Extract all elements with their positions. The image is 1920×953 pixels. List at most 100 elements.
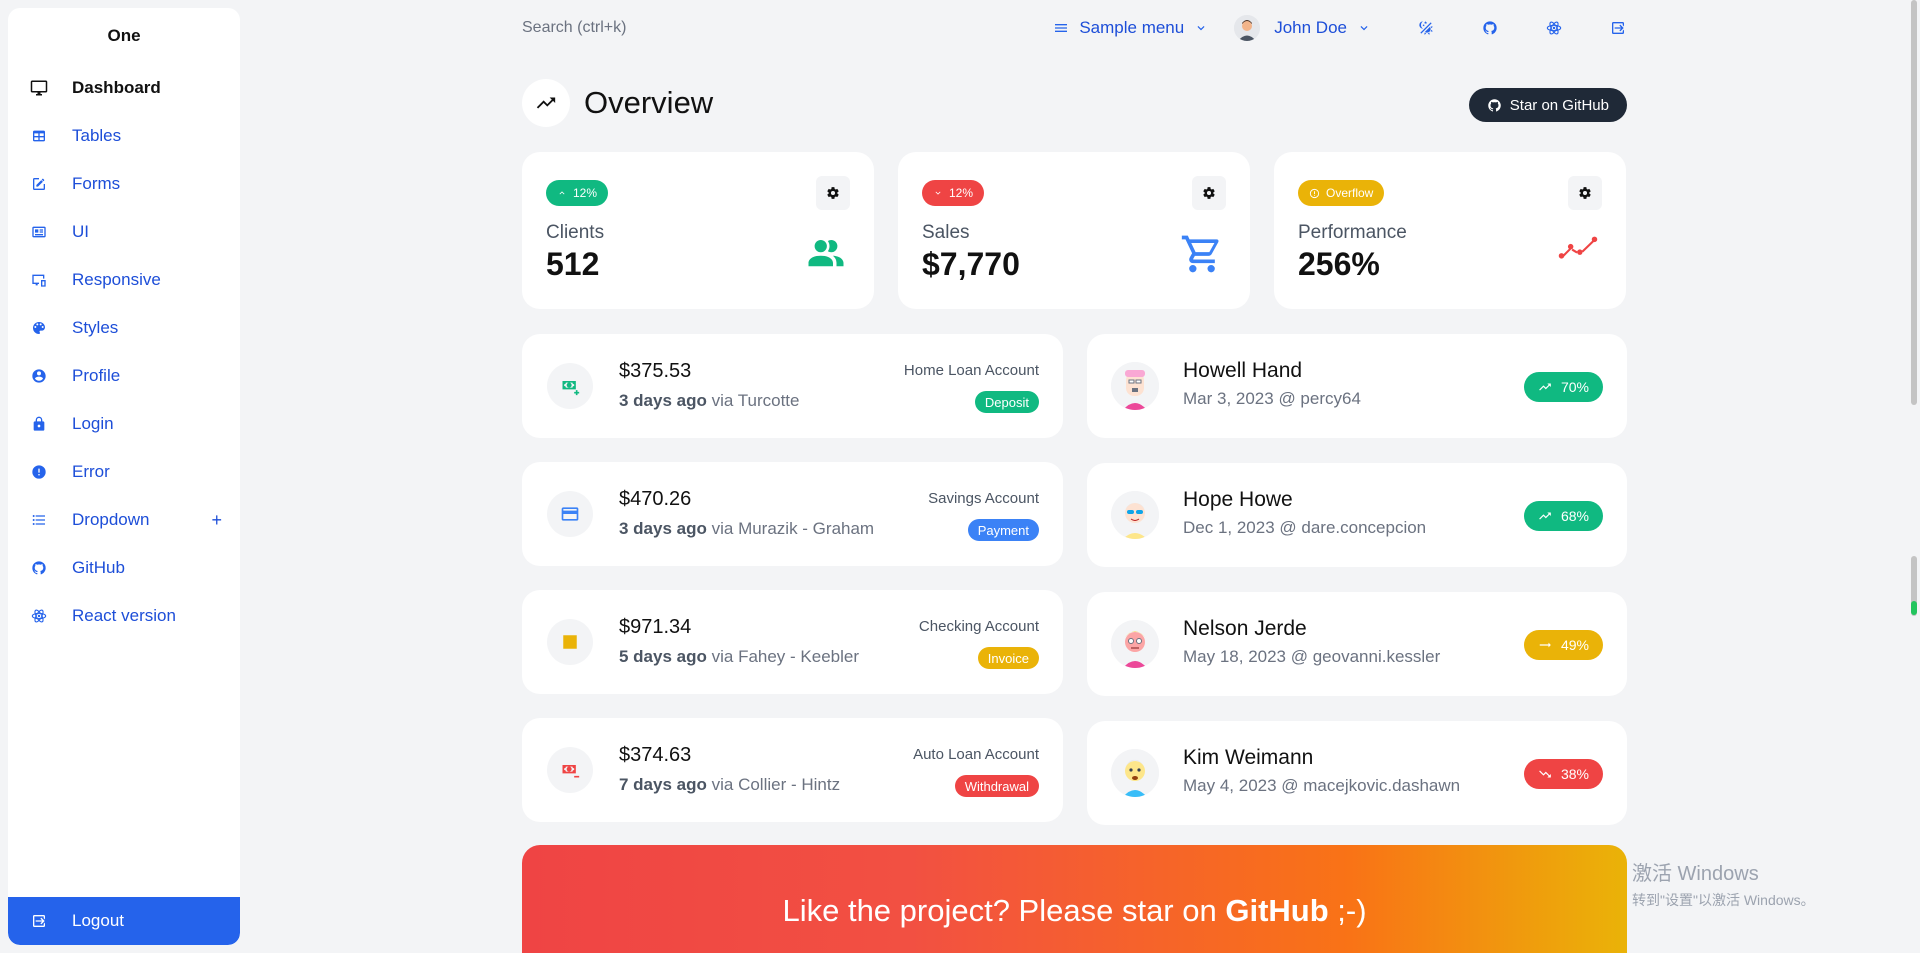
watermark-line-1: 激活 Windows xyxy=(1632,863,1759,885)
transaction-account: Auto Loan Account xyxy=(913,746,1039,763)
page-scrollbar[interactable] xyxy=(1908,0,1920,953)
sidebar: One Dashboard Tables Forms UI Responsive… xyxy=(8,8,240,945)
client-meta: May 4, 2023 @ macejkovic.dashawn xyxy=(1183,776,1461,795)
overflow-badge: Overflow xyxy=(1298,180,1385,206)
banner-text-bold: GitHub xyxy=(1225,893,1329,928)
menu-icon xyxy=(1053,20,1069,36)
card-settings-button[interactable] xyxy=(816,176,850,210)
account-group-icon xyxy=(804,232,848,276)
sidebar-item-label: Forms xyxy=(72,174,121,193)
transaction-type-badge: Deposit xyxy=(974,391,1039,413)
transaction-meta: 7 days ago via Collier - Hintz xyxy=(619,775,840,795)
stat-card-performance: Overflow Performance 256% xyxy=(1274,152,1626,309)
receipt-icon xyxy=(547,619,593,665)
transaction-meta: 5 days ago via Fahey - Keebler xyxy=(619,647,859,667)
sidebar-item-forms[interactable]: Forms xyxy=(8,160,240,208)
sidebar-item-login[interactable]: Login xyxy=(8,400,240,448)
github-star-banner[interactable]: Like the project? Please star on GitHub … xyxy=(522,845,1627,953)
logout-button[interactable]: Logout xyxy=(8,897,240,945)
transaction-meta: 3 days ago via Murazik - Graham xyxy=(619,519,874,539)
expand-plus-icon[interactable]: + xyxy=(211,510,222,531)
chevron-down-icon xyxy=(933,188,943,198)
list-icon xyxy=(30,511,48,529)
react-icon xyxy=(30,607,48,625)
sidebar-item-responsive[interactable]: Responsive xyxy=(8,256,240,304)
chevron-down-icon xyxy=(1194,21,1208,35)
stat-value: 256% xyxy=(1298,246,1380,282)
sidebar-item-styles[interactable]: Styles xyxy=(8,304,240,352)
logout-label: Logout xyxy=(72,911,124,930)
cash-plus-icon xyxy=(547,363,593,409)
overview-header: Overview Star on GitHub xyxy=(522,78,1627,128)
sidebar-item-label: GitHub xyxy=(72,558,125,577)
badge-label: Overflow xyxy=(1326,186,1374,200)
scrollbar-thumb[interactable] xyxy=(1911,0,1917,405)
client-avatar xyxy=(1111,491,1159,539)
sidebar-item-tables[interactable]: Tables xyxy=(8,112,240,160)
transaction-account: Home Loan Account xyxy=(903,362,1039,379)
gear-icon xyxy=(827,187,839,199)
sidebar-item-dashboard[interactable]: Dashboard xyxy=(8,64,240,112)
alert-circle-outline-icon xyxy=(1309,188,1320,199)
sidebar-item-label: Profile xyxy=(72,366,121,385)
sidebar-brand: One xyxy=(107,26,141,45)
sidebar-item-profile[interactable]: Profile xyxy=(8,352,240,400)
client-meta: Dec 1, 2023 @ dare.concepcion xyxy=(1183,518,1427,537)
transaction-amount: $470.26 xyxy=(619,488,692,510)
transaction-via: via Collier - Hintz xyxy=(711,775,841,794)
client-name: Howell Hand xyxy=(1183,359,1303,382)
transaction-card: $374.63 7 days ago via Collier - Hintz A… xyxy=(522,718,1063,822)
client-avatar xyxy=(1111,749,1159,797)
sidebar-item-label: Error xyxy=(72,462,110,481)
star-button-label: Star on GitHub xyxy=(1509,96,1609,114)
transaction-card: $971.34 5 days ago via Fahey - Keebler C… xyxy=(522,590,1063,694)
transaction-account: Savings Account xyxy=(928,490,1039,507)
react-icon[interactable] xyxy=(1545,19,1563,37)
progress-value: 38% xyxy=(1560,766,1589,782)
chart-timeline-icon xyxy=(1556,232,1600,276)
sidebar-item-github[interactable]: GitHub xyxy=(8,544,240,592)
client-name: Hope Howe xyxy=(1183,488,1293,511)
stat-label: Sales xyxy=(922,222,970,243)
stat-card-sales: 12% Sales $7,770 xyxy=(898,152,1250,309)
sidebar-item-label: Responsive xyxy=(72,270,161,289)
transaction-amount: $971.34 xyxy=(619,616,692,638)
progress-badge: 38% xyxy=(1523,759,1603,789)
banner-text-before: Like the project? Please star on xyxy=(782,893,1226,928)
sidebar-item-react-version[interactable]: React version xyxy=(8,592,240,640)
banner-text-after: ;-) xyxy=(1328,893,1367,928)
logout-icon[interactable] xyxy=(1609,19,1627,37)
trend-down-badge: 12% xyxy=(922,180,985,206)
user-avatar xyxy=(1234,15,1261,41)
search-input[interactable] xyxy=(522,19,1022,37)
user-menu-dropdown[interactable]: John Doe xyxy=(1234,15,1371,41)
sidebar-item-ui[interactable]: UI xyxy=(8,208,240,256)
transaction-amount: $374.63 xyxy=(619,744,692,766)
transaction-when: 3 days ago xyxy=(619,391,707,410)
scroll-indicator-marker xyxy=(1911,601,1917,615)
sample-menu-dropdown[interactable]: Sample menu xyxy=(1053,18,1208,38)
transaction-meta: 3 days ago via Turcotte xyxy=(619,391,799,411)
sidebar-item-label: Dropdown xyxy=(72,510,150,529)
sidebar-item-dropdown[interactable]: Dropdown + xyxy=(8,496,240,544)
card-settings-button[interactable] xyxy=(1568,176,1602,210)
stat-card-clients: 12% Clients 512 xyxy=(522,152,874,309)
star-on-github-button[interactable]: Star on GitHub xyxy=(1468,88,1627,122)
theme-toggle-icon[interactable] xyxy=(1417,19,1435,37)
client-card: Kim Weimann May 4, 2023 @ macejkovic.das… xyxy=(1087,721,1627,825)
sidebar-item-error[interactable]: Error xyxy=(8,448,240,496)
sidebar-item-label: Dashboard xyxy=(72,78,161,97)
responsive-icon xyxy=(30,271,48,289)
client-avatar xyxy=(1111,362,1159,410)
stat-value: 512 xyxy=(546,246,600,282)
github-icon[interactable] xyxy=(1481,19,1499,37)
transaction-via: via Turcotte xyxy=(711,391,800,410)
banner-text: Like the project? Please star on GitHub … xyxy=(782,893,1366,953)
sidebar-item-label: Styles xyxy=(72,318,119,337)
watermark-line-2: 转到"设置"以激活 Windows。 xyxy=(1632,892,1815,908)
card-settings-button[interactable] xyxy=(1192,176,1226,210)
table-icon xyxy=(30,127,48,145)
monitor-icon xyxy=(30,79,48,97)
progress-value: 70% xyxy=(1560,379,1589,395)
progress-value: 68% xyxy=(1560,508,1589,524)
